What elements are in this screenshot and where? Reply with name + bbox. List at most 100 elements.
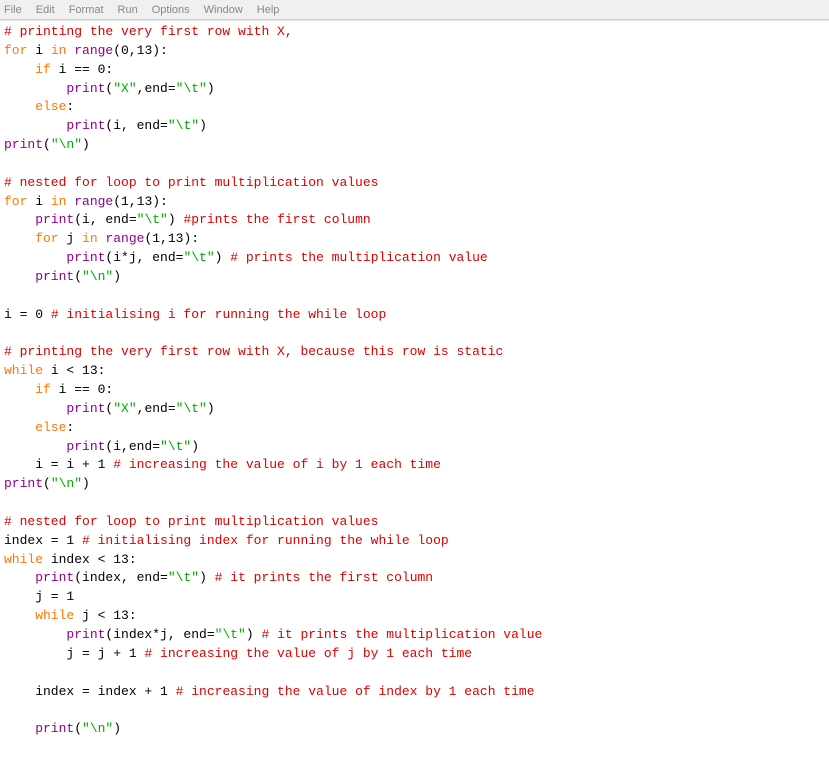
code-keyword: if (4, 62, 51, 77)
code-text: i == 0: (51, 62, 113, 77)
code-keyword: for (4, 194, 27, 209)
code-text: (i,end= (105, 439, 160, 454)
code-keyword: while (4, 363, 43, 378)
code-text: (index, end= (74, 570, 168, 585)
code-keyword: while (4, 552, 43, 567)
code-keyword: in (51, 194, 67, 209)
code-string: "\t" (176, 81, 207, 96)
code-text: ) (191, 439, 199, 454)
code-builtin: print (4, 250, 105, 265)
code-text: (i, end= (74, 212, 136, 227)
code-comment: # printing the very first row with X, be… (4, 344, 503, 359)
code-string: "\n" (51, 476, 82, 491)
code-text: j < 13: (74, 608, 136, 623)
code-string: "\n" (82, 269, 113, 284)
code-builtin: print (4, 627, 105, 642)
code-text: ( (43, 137, 51, 152)
code-text: j = j + 1 (4, 646, 144, 661)
code-text: ( (43, 476, 51, 491)
code-keyword: if (4, 382, 51, 397)
code-comment: # initialising i for running the while l… (51, 307, 386, 322)
code-text: i < 13: (43, 363, 105, 378)
code-comment: # nested for loop to print multiplicatio… (4, 514, 378, 529)
code-text: ) (82, 476, 90, 491)
code-keyword: else (4, 99, 66, 114)
code-text: i (27, 43, 50, 58)
code-comment: # prints the multiplication value (230, 250, 487, 265)
code-builtin: print (4, 81, 105, 96)
code-comment: # it prints the multiplication value (261, 627, 542, 642)
code-comment: # printing the very first row with X, (4, 24, 293, 39)
menu-format[interactable]: Format (69, 4, 104, 16)
code-builtin: print (4, 212, 74, 227)
menu-options[interactable]: Options (152, 4, 190, 16)
code-builtin: range (66, 194, 113, 209)
code-keyword: for (4, 43, 27, 58)
code-text: ) (207, 81, 215, 96)
code-string: "X" (113, 401, 136, 416)
code-comment: # increasing the value of j by 1 each ti… (144, 646, 472, 661)
code-text: i (27, 194, 50, 209)
code-text: ,end= (137, 401, 176, 416)
code-keyword: else (4, 420, 66, 435)
code-comment: #prints the first column (183, 212, 370, 227)
code-text: ) (246, 627, 262, 642)
code-text: ) (215, 250, 231, 265)
code-string: "\t" (137, 212, 168, 227)
code-text: ) (199, 570, 215, 585)
code-string: "\t" (160, 439, 191, 454)
code-text: i = 0 (4, 307, 51, 322)
code-text: ) (113, 269, 121, 284)
code-text: (0,13): (113, 43, 168, 58)
code-text: i = i + 1 (4, 457, 113, 472)
code-text: (i, end= (105, 118, 167, 133)
code-keyword: in (51, 43, 67, 58)
code-text: ( (74, 269, 82, 284)
code-text: j (59, 231, 82, 246)
code-editor[interactable]: # printing the very first row with X, fo… (0, 20, 829, 741)
code-text: index < 13: (43, 552, 137, 567)
code-text: : (66, 420, 74, 435)
code-text: index = index + 1 (4, 684, 176, 699)
code-comment: # nested for loop to print multiplicatio… (4, 175, 378, 190)
code-text: i == 0: (51, 382, 113, 397)
code-string: "\n" (51, 137, 82, 152)
code-builtin: print (4, 570, 74, 585)
code-string: "X" (113, 81, 136, 96)
code-keyword: while (4, 608, 74, 623)
code-builtin: print (4, 476, 43, 491)
menu-file[interactable]: File (4, 4, 22, 16)
code-keyword: for (4, 231, 59, 246)
code-text: (1,13): (113, 194, 168, 209)
code-text: ) (168, 212, 184, 227)
code-string: "\t" (176, 401, 207, 416)
code-builtin: print (4, 137, 43, 152)
code-text: (index*j, end= (105, 627, 214, 642)
menu-help[interactable]: Help (257, 4, 280, 16)
code-builtin: print (4, 439, 105, 454)
code-comment: # increasing the value of index by 1 eac… (176, 684, 535, 699)
menu-window[interactable]: Window (204, 4, 243, 16)
code-text: (1,13): (144, 231, 199, 246)
code-builtin: range (98, 231, 145, 246)
code-comment: # increasing the value of i by 1 each ti… (113, 457, 441, 472)
code-text: j = 1 (4, 589, 74, 604)
code-string: "\t" (183, 250, 214, 265)
code-builtin: print (4, 401, 105, 416)
code-text: ) (113, 721, 121, 736)
code-text: ( (74, 721, 82, 736)
code-text: ) (207, 401, 215, 416)
code-comment: # it prints the first column (215, 570, 433, 585)
menu-edit[interactable]: Edit (36, 4, 55, 16)
code-builtin: print (4, 721, 74, 736)
code-keyword: in (82, 231, 98, 246)
code-text: (i*j, end= (105, 250, 183, 265)
code-builtin: range (66, 43, 113, 58)
code-string: "\t" (168, 570, 199, 585)
menubar: File Edit Format Run Options Window Help (0, 0, 829, 20)
menu-run[interactable]: Run (118, 4, 138, 16)
code-text: ) (82, 137, 90, 152)
code-text: : (66, 99, 74, 114)
code-text: index = 1 (4, 533, 82, 548)
code-builtin: print (4, 269, 74, 284)
